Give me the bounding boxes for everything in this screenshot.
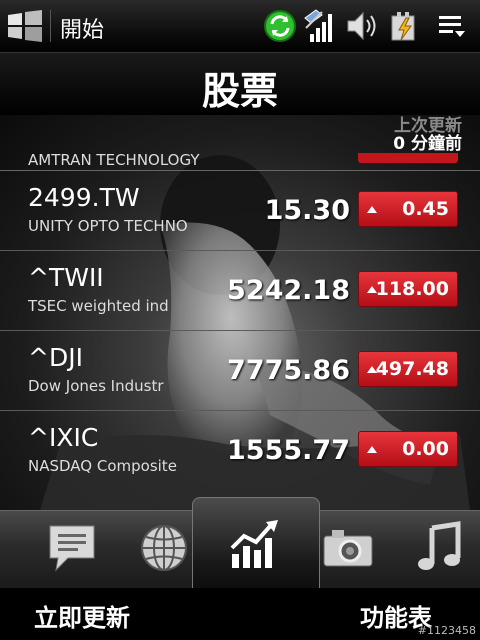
- speaker-icon[interactable]: [344, 8, 380, 44]
- start-menu-label[interactable]: 開始: [60, 12, 104, 44]
- change-value: 0.00: [402, 438, 449, 460]
- list-item[interactable]: ^DJI Dow Jones Industr 7775.86 497.48: [0, 331, 480, 411]
- change-value: 118.00: [375, 278, 449, 300]
- menu-icon[interactable]: [434, 8, 470, 44]
- globe-icon[interactable]: [134, 518, 194, 578]
- list-item[interactable]: AMTRAN TECHNOLOGY: [0, 153, 480, 171]
- message-icon[interactable]: [42, 518, 102, 578]
- change-badge: 0.00: [358, 431, 458, 467]
- windows-logo-icon[interactable]: [6, 10, 44, 42]
- sync-icon[interactable]: [262, 8, 298, 44]
- change-badge: 118.00: [358, 271, 458, 307]
- stock-price: 1555.77: [227, 435, 350, 466]
- change-badge: [358, 153, 458, 163]
- stock-name: Dow Jones Industr: [28, 377, 164, 395]
- up-arrow-icon: [367, 206, 377, 213]
- stock-price: 5242.18: [227, 275, 350, 306]
- stock-symbol: 2499.TW: [28, 183, 140, 212]
- last-update-value: 0 分鐘前: [393, 134, 462, 154]
- softkey-bar: 立即更新 功能表: [0, 588, 480, 640]
- change-badge: 0.45: [358, 191, 458, 227]
- stock-list[interactable]: 上次更新 0 分鐘前 AMTRAN TECHNOLOGY 2499.TW UNI…: [0, 115, 480, 510]
- stock-name: TSEC weighted ind: [28, 297, 169, 315]
- watermark: #1123458: [417, 624, 476, 637]
- stocks-chart-icon[interactable]: [226, 514, 286, 574]
- signal-icon[interactable]: [302, 8, 338, 44]
- change-badge: 497.48: [358, 351, 458, 387]
- stock-symbol: ^IXIC: [28, 423, 99, 452]
- stock-symbol: ^TWII: [28, 263, 104, 292]
- last-update-label: 上次更新: [394, 116, 462, 136]
- stock-price: 7775.86: [227, 355, 350, 386]
- change-value: 497.48: [375, 358, 449, 380]
- up-arrow-icon: [367, 446, 377, 453]
- camera-icon[interactable]: [318, 518, 378, 578]
- last-update: 上次更新 0 分鐘前: [393, 117, 462, 153]
- stock-symbol: ^DJI: [28, 343, 83, 372]
- stock-name: AMTRAN TECHNOLOGY: [28, 153, 200, 169]
- music-icon[interactable]: [410, 518, 470, 578]
- list-item[interactable]: ^TWII TSEC weighted ind 5242.18 118.00: [0, 251, 480, 331]
- stock-name: NASDAQ Composite: [28, 457, 177, 475]
- separator: [50, 10, 51, 42]
- list-item[interactable]: 2499.TW UNITY OPTO TECHNO 15.30 0.45: [0, 171, 480, 251]
- list-item[interactable]: ^IXIC NASDAQ Composite 1555.77 0.00: [0, 411, 480, 490]
- change-value: 0.45: [402, 198, 449, 220]
- status-bar: 開始: [0, 0, 480, 53]
- page-title: 股票: [201, 69, 278, 113]
- battery-icon[interactable]: [386, 8, 422, 44]
- refresh-now-button[interactable]: 立即更新: [34, 598, 130, 633]
- stock-name: UNITY OPTO TECHNO: [28, 217, 188, 235]
- stock-price: 15.30: [264, 195, 350, 226]
